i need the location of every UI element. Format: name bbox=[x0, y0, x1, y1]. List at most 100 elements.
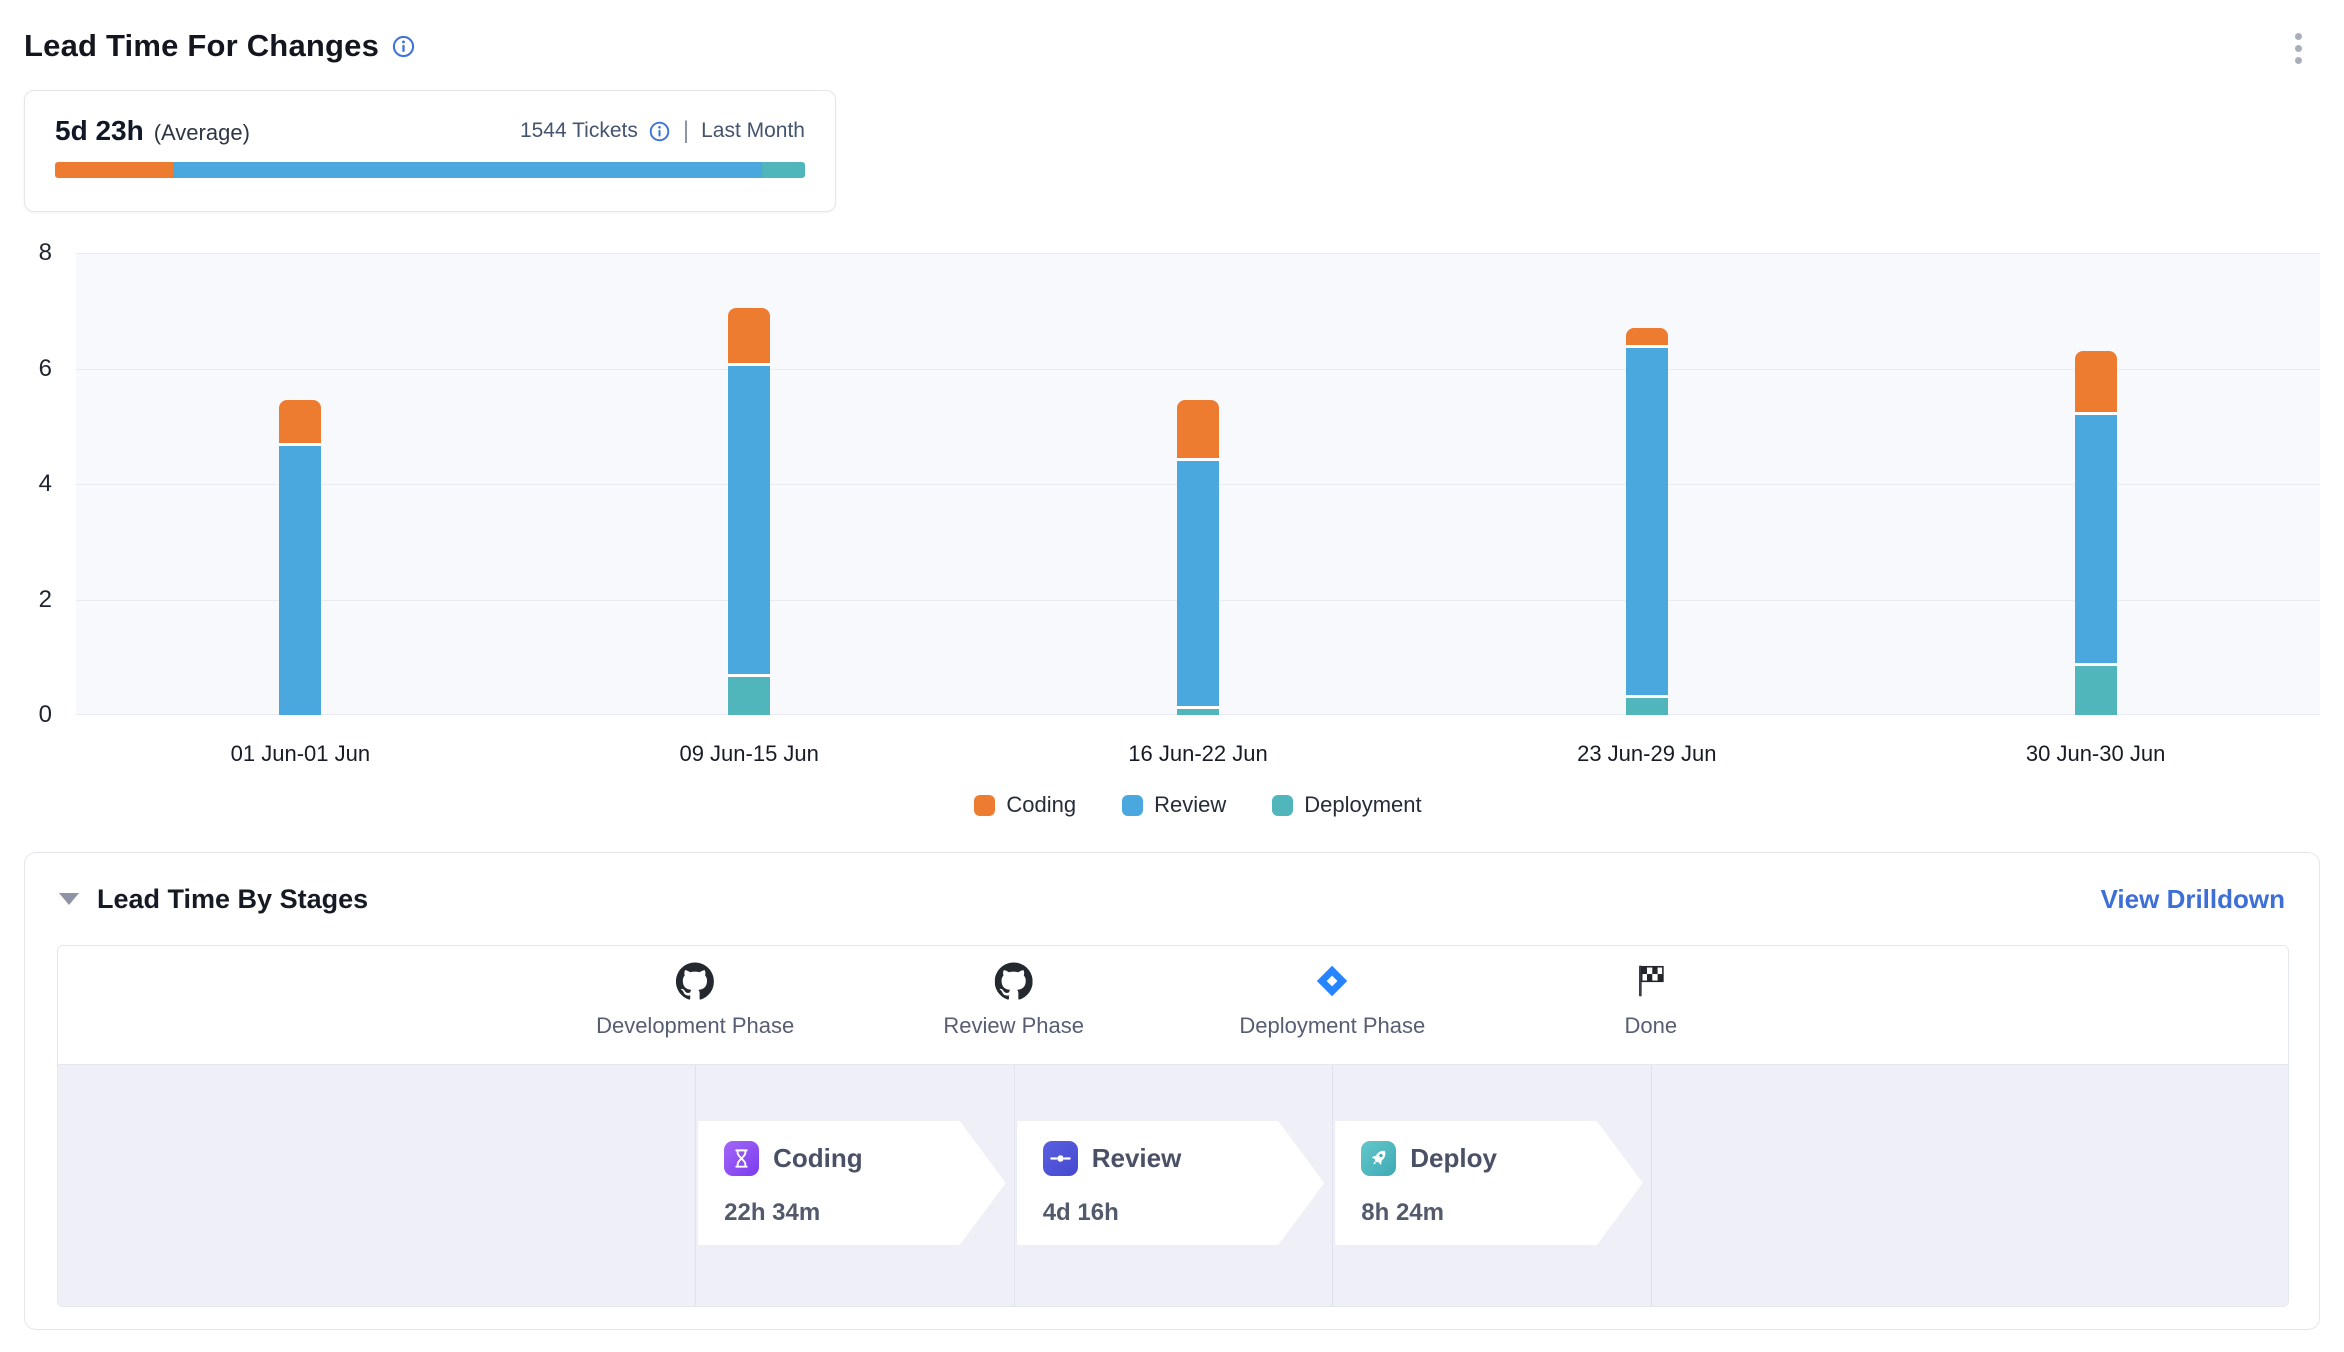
stage-column-divider bbox=[695, 1065, 696, 1307]
y-axis-tick: 8 bbox=[39, 239, 52, 267]
chart-plot bbox=[76, 253, 2320, 715]
stage-badge bbox=[1043, 1141, 1078, 1176]
stage-label: Deploy bbox=[1410, 1143, 1497, 1174]
github-icon bbox=[995, 962, 1033, 1000]
info-icon[interactable] bbox=[391, 34, 416, 59]
bar-segment-coding[interactable] bbox=[2075, 351, 2117, 415]
bar-segment-review[interactable] bbox=[728, 366, 770, 678]
bar-segment-deployment[interactable] bbox=[1626, 698, 1668, 715]
stage-column-divider bbox=[1332, 1065, 1333, 1307]
kebab-vertical-icon bbox=[2295, 33, 2302, 40]
legend-label: Coding bbox=[1006, 792, 1076, 818]
rocket-icon bbox=[1367, 1147, 1390, 1170]
legend-label: Review bbox=[1154, 792, 1226, 818]
checkered-flag-icon bbox=[1632, 962, 1670, 1000]
view-drilldown-link[interactable]: View Drilldown bbox=[2101, 884, 2285, 915]
chart-x-axis: 01 Jun-01 Jun 09 Jun-15 Jun 16 Jun-22 Jun 2… bbox=[76, 741, 2320, 773]
page-header: Lead Time For Changes bbox=[24, 28, 416, 64]
x-axis-label: 01 Jun-01 Jun bbox=[231, 741, 370, 767]
average-label: (Average) bbox=[154, 120, 250, 146]
stages-table: Development Phase Review Phase Deployment … bbox=[57, 945, 2289, 1307]
bar-segment-review[interactable] bbox=[1626, 348, 1668, 697]
legend-label: Deployment bbox=[1304, 792, 1421, 818]
bar-group-09-jun-15-jun bbox=[728, 253, 770, 715]
bar-segment-deployment[interactable] bbox=[728, 677, 770, 715]
legend-item-review[interactable]: Review bbox=[1122, 792, 1226, 818]
stages-body: Coding 22h 34m Review 4d 16h Deploy 8h 24m bbox=[58, 1064, 2288, 1307]
stage-card-header: Deploy bbox=[1361, 1141, 1643, 1176]
period-label: Last Month bbox=[701, 119, 805, 143]
legend-swatch bbox=[1122, 795, 1143, 816]
distribution-segment-review bbox=[173, 162, 763, 178]
stage-duration: 8h 24m bbox=[1361, 1199, 1643, 1227]
kebab-vertical-icon bbox=[2295, 45, 2302, 52]
chart-y-axis: 02468 bbox=[14, 253, 58, 715]
bar-segment-coding[interactable] bbox=[728, 308, 770, 366]
legend-swatch bbox=[1272, 795, 1293, 816]
phase-label: Deployment Phase bbox=[1239, 1013, 1425, 1039]
x-axis-label: 16 Jun-22 Jun bbox=[1128, 741, 1267, 767]
bar-segment-review[interactable] bbox=[1177, 461, 1219, 709]
stage-column-divider bbox=[1651, 1065, 1652, 1307]
phase-review-phase: Review Phase bbox=[943, 962, 1084, 1039]
x-axis-label: 09 Jun-15 Jun bbox=[679, 741, 818, 767]
jira-icon bbox=[1313, 962, 1351, 1000]
bar-segment-deployment[interactable] bbox=[2075, 666, 2117, 715]
phase-label: Done bbox=[1625, 1013, 1678, 1039]
stage-card-deploy[interactable]: Deploy 8h 24m bbox=[1335, 1121, 1643, 1245]
collapse-caret-icon[interactable] bbox=[59, 893, 79, 905]
y-axis-tick: 0 bbox=[39, 701, 52, 729]
bar-group-01-jun-01-jun bbox=[279, 253, 321, 715]
lead-time-dashboard: Lead Time For Changes 5d 23h (Average) 1… bbox=[0, 0, 2344, 1352]
legend-item-coding[interactable]: Coding bbox=[974, 792, 1076, 818]
phase-label: Review Phase bbox=[943, 1013, 1084, 1039]
bar-segment-review[interactable] bbox=[279, 446, 321, 715]
chart-legend: Coding Review Deployment bbox=[76, 792, 2320, 818]
distribution-segment-deployment bbox=[762, 162, 805, 178]
stages-panel-title: Lead Time By Stages bbox=[97, 884, 368, 915]
distribution-bar bbox=[55, 162, 805, 178]
stage-column-divider bbox=[1014, 1065, 1015, 1307]
stage-card-coding[interactable]: Coding 22h 34m bbox=[698, 1121, 1006, 1245]
stage-badge bbox=[724, 1141, 759, 1176]
stage-card-header: Coding bbox=[724, 1141, 1006, 1176]
bar-segment-coding[interactable] bbox=[1626, 328, 1668, 348]
hourglass-icon bbox=[730, 1147, 753, 1170]
kebab-vertical-icon bbox=[2295, 57, 2302, 64]
stages-panel-header: Lead Time By Stages View Drilldown bbox=[59, 853, 2285, 945]
stage-card-review[interactable]: Review 4d 16h bbox=[1017, 1121, 1325, 1245]
bar-segment-coding[interactable] bbox=[1177, 400, 1219, 461]
bar-segment-deployment[interactable] bbox=[1177, 709, 1219, 715]
stage-label: Coding bbox=[773, 1143, 863, 1174]
git-commit-icon bbox=[1049, 1147, 1072, 1170]
bar-group-30-jun-30-jun bbox=[2075, 253, 2117, 715]
x-axis-label: 23 Jun-29 Jun bbox=[1577, 741, 1716, 767]
separator: | bbox=[681, 117, 691, 145]
more-options-button[interactable] bbox=[2278, 24, 2318, 72]
distribution-segment-coding bbox=[55, 162, 173, 178]
stage-duration: 4d 16h bbox=[1043, 1199, 1325, 1227]
bar-group-16-jun-22-jun bbox=[1177, 253, 1219, 715]
info-icon[interactable] bbox=[648, 120, 671, 143]
bar-segment-coding[interactable] bbox=[279, 400, 321, 446]
lead-time-by-stages-panel: Lead Time By Stages View Drilldown Devel… bbox=[24, 852, 2320, 1330]
stage-duration: 22h 34m bbox=[724, 1199, 1006, 1227]
y-axis-tick: 4 bbox=[39, 470, 52, 498]
phase-deployment-phase: Deployment Phase bbox=[1239, 962, 1425, 1039]
page-title: Lead Time For Changes bbox=[24, 28, 379, 64]
legend-swatch bbox=[974, 795, 995, 816]
average-value: 5d 23h bbox=[55, 115, 144, 147]
github-icon bbox=[676, 962, 714, 1000]
stage-badge bbox=[1361, 1141, 1396, 1176]
bar-group-23-jun-29-jun bbox=[1626, 253, 1668, 715]
summary-top-row: 5d 23h (Average) 1544 Tickets | Last Mon… bbox=[55, 115, 805, 147]
phase-done: Done bbox=[1625, 962, 1678, 1039]
tickets-count: 1544 Tickets bbox=[520, 119, 638, 143]
stage-label: Review bbox=[1092, 1143, 1182, 1174]
phase-label: Development Phase bbox=[596, 1013, 794, 1039]
phase-development-phase: Development Phase bbox=[596, 962, 794, 1039]
y-axis-tick: 2 bbox=[39, 586, 52, 614]
stage-card-header: Review bbox=[1043, 1141, 1325, 1176]
legend-item-deployment[interactable]: Deployment bbox=[1272, 792, 1421, 818]
bar-segment-review[interactable] bbox=[2075, 415, 2117, 666]
